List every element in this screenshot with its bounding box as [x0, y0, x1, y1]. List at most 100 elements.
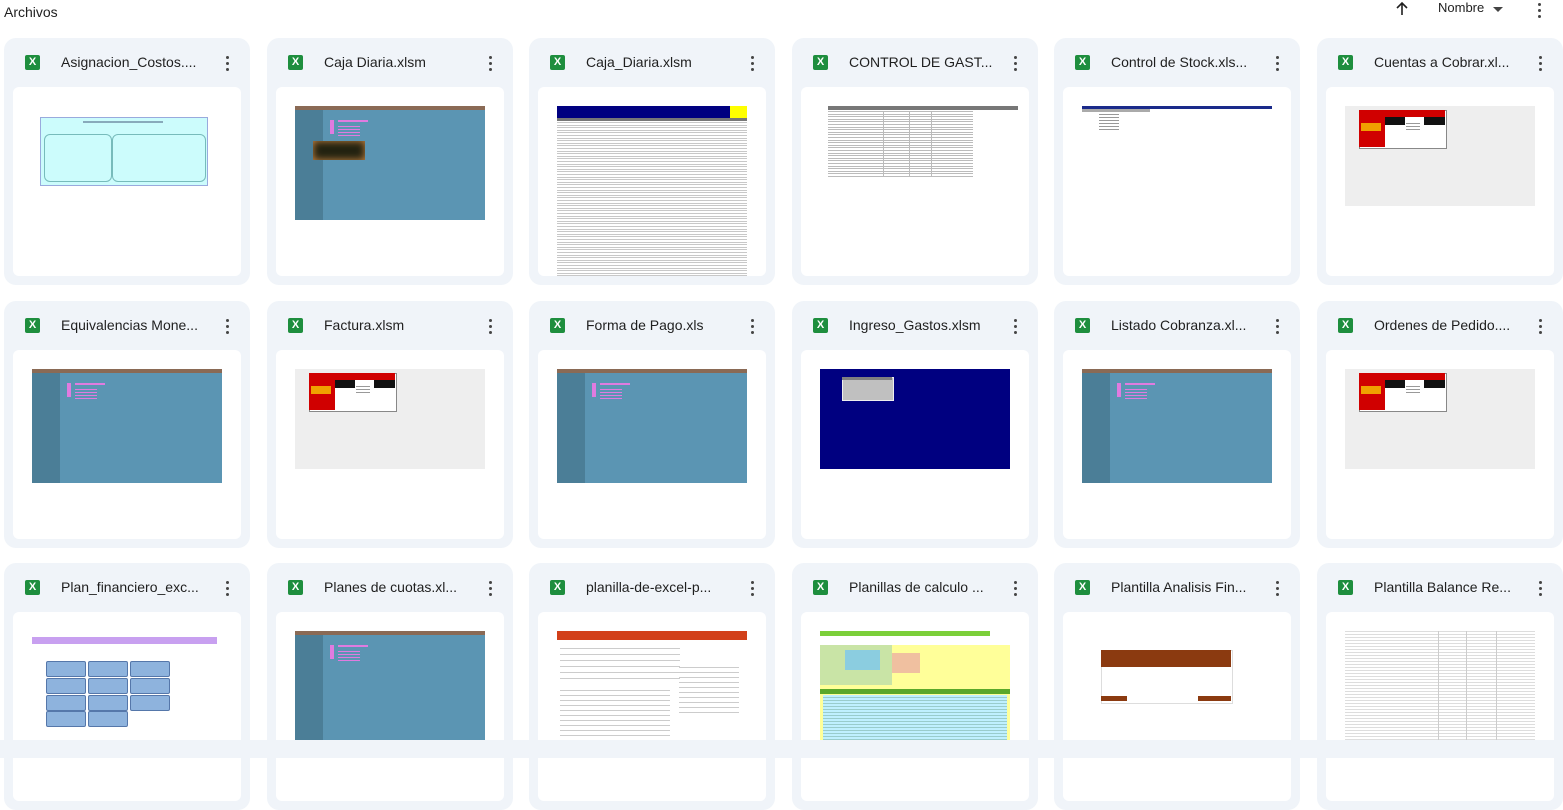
excel-icon: X	[813, 580, 828, 595]
file-card[interactable]: X Equivalencias Mone...	[4, 301, 250, 548]
excel-icon: X	[25, 580, 40, 595]
more-vert-icon[interactable]	[1007, 53, 1025, 73]
excel-icon: X	[813, 318, 828, 333]
file-name: Asignacion_Costos....	[61, 54, 197, 70]
file-name: CONTROL DE GAST...	[849, 54, 993, 70]
file-thumbnail[interactable]	[1063, 612, 1291, 801]
file-card-header: X Ordenes de Pedido....	[1317, 301, 1563, 350]
file-card-header: X Plan_financiero_exc...	[4, 563, 250, 612]
scroll-area-bottom	[0, 740, 1563, 758]
file-card[interactable]: X Factura.xlsm	[267, 301, 513, 548]
file-name: Planes de cuotas.xl...	[324, 579, 458, 595]
file-thumbnail[interactable]	[1326, 612, 1554, 801]
file-thumbnail[interactable]	[801, 350, 1029, 539]
file-card-header: X Cuentas a Cobrar.xl...	[1317, 38, 1563, 87]
file-card-header: X CONTROL DE GAST...	[792, 38, 1038, 87]
more-vert-icon[interactable]	[1532, 53, 1550, 73]
file-card[interactable]: X Plantilla Balance Re...	[1317, 563, 1563, 810]
file-thumbnail[interactable]	[1326, 350, 1554, 539]
more-vert-icon[interactable]	[219, 316, 237, 336]
more-vert-icon[interactable]	[482, 578, 500, 598]
more-vert-icon[interactable]	[1532, 578, 1550, 598]
file-thumbnail[interactable]	[538, 87, 766, 276]
file-card-header: X Planes de cuotas.xl...	[267, 563, 513, 612]
excel-icon: X	[288, 318, 303, 333]
sort-by-name-button[interactable]: Nombre	[1438, 0, 1484, 15]
file-thumbnail[interactable]	[801, 87, 1029, 276]
more-vert-icon[interactable]	[1007, 316, 1025, 336]
more-vert-icon[interactable]	[1007, 578, 1025, 598]
excel-icon: X	[1075, 55, 1090, 70]
file-card[interactable]: X CONTROL DE GAST...	[792, 38, 1038, 285]
more-vert-icon[interactable]	[744, 316, 762, 336]
more-vert-icon[interactable]	[482, 316, 500, 336]
more-vert-icon[interactable]	[1269, 316, 1287, 336]
more-vert-icon[interactable]	[1269, 578, 1287, 598]
file-thumbnail[interactable]	[1326, 87, 1554, 276]
file-thumbnail[interactable]	[276, 350, 504, 539]
file-card-header: X Plantilla Balance Re...	[1317, 563, 1563, 612]
more-vert-icon[interactable]	[744, 53, 762, 73]
file-name: Listado Cobranza.xl...	[1111, 317, 1247, 333]
file-thumbnail[interactable]	[13, 612, 241, 801]
file-card-header: X Control de Stock.xls...	[1054, 38, 1300, 87]
more-vert-icon[interactable]	[219, 578, 237, 598]
file-name: Planillas de calculo ...	[849, 579, 984, 595]
excel-icon: X	[1338, 318, 1353, 333]
file-thumbnail[interactable]	[1063, 350, 1291, 539]
excel-icon: X	[550, 580, 565, 595]
file-name: Ingreso_Gastos.xlsm	[849, 317, 981, 333]
file-card-header: X Caja_Diaria.xlsm	[529, 38, 775, 87]
excel-icon: X	[1338, 580, 1353, 595]
file-card-header: X Forma de Pago.xls	[529, 301, 775, 350]
file-card[interactable]: X Control de Stock.xls...	[1054, 38, 1300, 285]
file-thumbnail[interactable]	[276, 612, 504, 801]
more-vert-icon[interactable]	[482, 53, 500, 73]
file-card[interactable]: X Asignacion_Costos....	[4, 38, 250, 285]
file-card-header: X Factura.xlsm	[267, 301, 513, 350]
file-name: Plan_financiero_exc...	[61, 579, 199, 595]
file-card[interactable]: X Ingreso_Gastos.xlsm	[792, 301, 1038, 548]
file-card-header: Xplanilla-de-excel-p...	[529, 563, 775, 612]
excel-icon: X	[550, 55, 565, 70]
excel-icon: X	[1075, 318, 1090, 333]
excel-icon: X	[813, 55, 828, 70]
more-vert-icon[interactable]	[744, 578, 762, 598]
excel-icon: X	[288, 580, 303, 595]
more-vert-icon[interactable]	[219, 53, 237, 73]
file-card[interactable]: X Cuentas a Cobrar.xl...	[1317, 38, 1563, 285]
file-card[interactable]: X Plantilla Analisis Fin...	[1054, 563, 1300, 810]
file-thumbnail[interactable]	[801, 612, 1029, 801]
file-name: Ordenes de Pedido....	[1374, 317, 1511, 333]
file-card[interactable]: X Caja Diaria.xlsm	[267, 38, 513, 285]
excel-icon: X	[1075, 580, 1090, 595]
file-thumbnail[interactable]	[13, 87, 241, 276]
file-thumbnail[interactable]	[276, 87, 504, 276]
file-card[interactable]: X Listado Cobranza.xl...	[1054, 301, 1300, 548]
file-name: Plantilla Analisis Fin...	[1111, 579, 1247, 595]
file-card[interactable]: X Plan_financiero_exc...	[4, 563, 250, 810]
file-thumbnail[interactable]	[538, 350, 766, 539]
more-vert-icon[interactable]	[1269, 53, 1287, 73]
file-card[interactable]: X Caja_Diaria.xlsm	[529, 38, 775, 285]
file-card-header: X Listado Cobranza.xl...	[1054, 301, 1300, 350]
excel-icon: X	[1338, 55, 1353, 70]
file-card-header: X Caja Diaria.xlsm	[267, 38, 513, 87]
file-name: Control de Stock.xls...	[1111, 54, 1248, 70]
more-vert-icon[interactable]	[1532, 0, 1548, 18]
file-card[interactable]: X Planes de cuotas.xl...	[267, 563, 513, 810]
file-card-header: X Equivalencias Mone...	[4, 301, 250, 350]
file-thumbnail[interactable]	[13, 350, 241, 539]
excel-icon: X	[25, 318, 40, 333]
file-card-header: X Planillas de calculo ...	[792, 563, 1038, 612]
file-card[interactable]: X Planillas de calculo ...	[792, 563, 1038, 810]
more-vert-icon[interactable]	[1532, 316, 1550, 336]
chevron-down-icon[interactable]	[1493, 7, 1503, 12]
file-card[interactable]: X Ordenes de Pedido....	[1317, 301, 1563, 548]
file-card[interactable]: Xplanilla-de-excel-p...	[529, 563, 775, 810]
excel-icon: X	[550, 318, 565, 333]
file-thumbnail[interactable]	[538, 612, 766, 801]
file-card[interactable]: X Forma de Pago.xls	[529, 301, 775, 548]
file-thumbnail[interactable]	[1063, 87, 1291, 276]
arrow-up-icon[interactable]	[1393, 0, 1411, 18]
